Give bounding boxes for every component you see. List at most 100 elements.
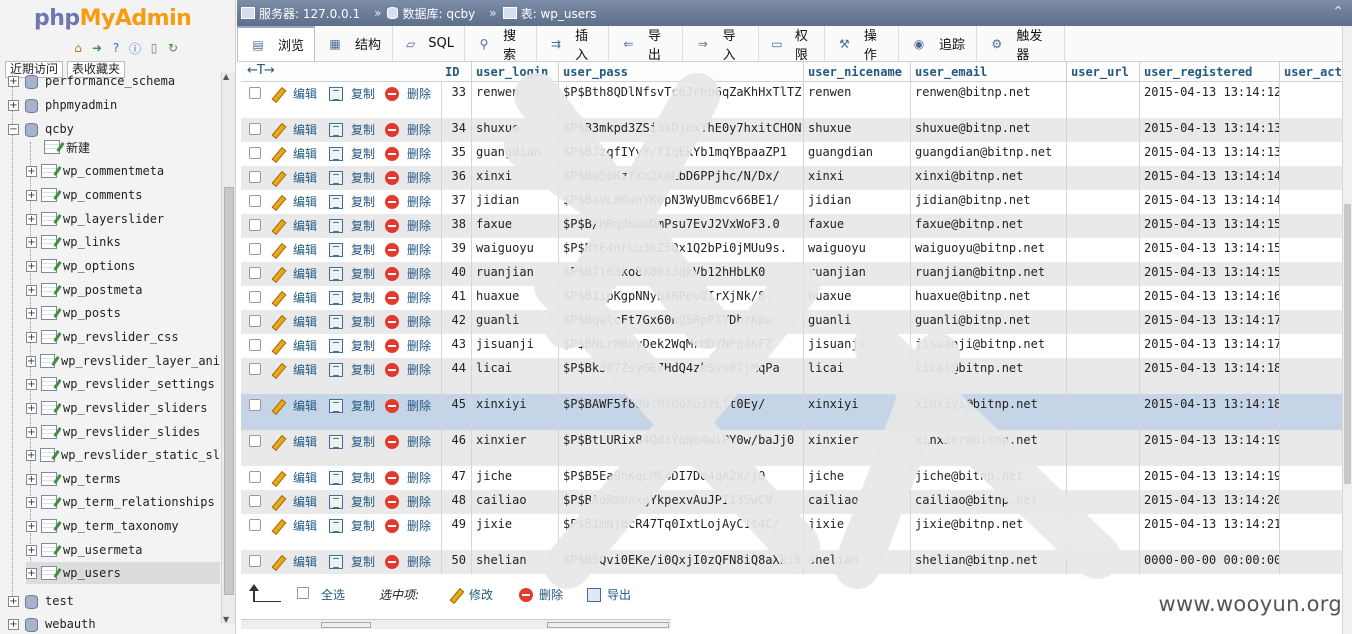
table-row[interactable]: 编辑 复制 删除 33 renwen $P$Bth8QDlNfsvTc6Jrhp6qZaK… — [241, 82, 1352, 118]
cell-url[interactable] — [1066, 394, 1139, 430]
cell-email[interactable]: shuxue@bitnp.net — [910, 118, 1066, 142]
row-checkbox[interactable] — [249, 471, 261, 483]
table-node[interactable]: + wp_revslider_static_sl — [26, 444, 220, 466]
copy-button[interactable]: 复制 — [329, 289, 375, 306]
copy-button[interactable]: 复制 — [329, 169, 375, 186]
copy-button[interactable]: 复制 — [329, 433, 375, 450]
row-checkbox[interactable] — [249, 315, 261, 327]
delete-button[interactable]: 删除 — [385, 121, 431, 138]
delete-button[interactable]: 删除 — [385, 289, 431, 306]
cell-id[interactable]: 41 — [441, 286, 471, 310]
cell-registered[interactable]: 2015-04-13 13:14:14 — [1139, 190, 1279, 214]
cell-email[interactable]: guangdian@bitnp.net — [910, 142, 1066, 166]
cell-nicename[interactable]: cailiao — [803, 490, 910, 514]
scroll-down-icon[interactable]: ▼ — [223, 615, 229, 624]
copy-button[interactable]: 复制 — [329, 469, 375, 486]
expand-icon[interactable]: + — [26, 473, 37, 485]
table-row[interactable]: 编辑 复制 删除 40 ruanjian $P$B7163ko8X003JqkVb12hH… — [241, 262, 1352, 286]
cell-url[interactable] — [1066, 430, 1139, 466]
expand-icon[interactable]: + — [8, 618, 19, 630]
expand-icon[interactable]: + — [26, 236, 37, 248]
settings-icon[interactable]: ▯ — [146, 40, 162, 56]
main-scrollbar[interactable] — [1342, 26, 1352, 634]
edit-button[interactable]: 编辑 — [271, 313, 317, 330]
column-header[interactable]: user_login — [471, 62, 558, 82]
cell-login[interactable]: huaxue — [471, 286, 558, 310]
delete-button[interactable]: 删除 — [385, 265, 431, 282]
cell-url[interactable] — [1066, 82, 1139, 118]
row-checkbox[interactable] — [249, 219, 261, 231]
cell-registered[interactable]: 2015-04-13 13:14:15 — [1139, 214, 1279, 238]
cell-id[interactable]: 40 — [441, 262, 471, 286]
table-node[interactable]: + wp_revslider_slides — [26, 421, 220, 443]
cell-nicename[interactable]: shuxue — [803, 118, 910, 142]
table-row[interactable]: 编辑 复制 删除 34 shuxue $P$B3mkpd3ZSi3kDjoxYhE0y7h… — [241, 118, 1352, 142]
cell-url[interactable] — [1066, 310, 1139, 334]
cell-id[interactable]: 35 — [441, 142, 471, 166]
delete-button[interactable]: 删除 — [385, 193, 431, 210]
cell-url[interactable] — [1066, 334, 1139, 358]
cell-pass[interactable]: $P$BSQvi0EKe/i0QxjI0zQFN8iQ8aXki0 — [558, 550, 803, 574]
edit-button[interactable]: 编辑 — [271, 469, 317, 486]
database-node[interactable]: + test — [8, 590, 220, 612]
edit-button[interactable]: 编辑 — [271, 121, 317, 138]
database-node[interactable]: + phpmyadmin — [8, 94, 220, 116]
tab-search[interactable]: ⚲ 搜索 — [465, 26, 537, 63]
table-node[interactable]: + wp_term_taxonomy — [26, 515, 220, 537]
copy-button[interactable]: 复制 — [329, 145, 375, 162]
check-all-label[interactable]: 全选 — [321, 586, 345, 603]
cell-id[interactable]: 46 — [441, 430, 471, 466]
delete-button[interactable]: 删除 — [385, 337, 431, 354]
cell-email[interactable]: huaxue@bitnp.net — [910, 286, 1066, 310]
table-node[interactable]: + wp_revslider_settings — [26, 373, 220, 395]
cell-registered[interactable]: 2015-04-13 13:14:14 — [1139, 166, 1279, 190]
cell-url[interactable] — [1066, 286, 1139, 310]
cell-registered[interactable]: 0000-00-00 00:00:00 — [1139, 550, 1279, 574]
expand-icon[interactable]: + — [26, 165, 37, 177]
cell-url[interactable] — [1066, 550, 1139, 574]
delete-button[interactable]: 删除 — [385, 553, 431, 570]
cell-login[interactable]: jidian — [471, 190, 558, 214]
cell-login[interactable]: licai — [471, 358, 558, 394]
cell-nicename[interactable]: jixie — [803, 514, 910, 550]
delete-button[interactable]: 删除 — [385, 361, 431, 378]
row-checkbox[interactable] — [249, 519, 261, 531]
table-row[interactable]: 编辑 复制 删除 42 guanli $P$BqwlcFt7Gx60nQ5RpPIYDhz… — [241, 310, 1352, 334]
cell-url[interactable] — [1066, 358, 1139, 394]
delete-button[interactable]: 删除 — [385, 397, 431, 414]
table-node[interactable]: + wp_commentmeta — [26, 160, 220, 182]
column-header[interactable]: user_registered — [1139, 62, 1279, 82]
cell-registered[interactable]: 2015-04-13 13:14:13 — [1139, 118, 1279, 142]
cell-registered[interactable]: 2015-04-13 13:14:17 — [1139, 334, 1279, 358]
cell-login[interactable]: renwen — [471, 82, 558, 118]
cell-pass[interactable]: $P$BAWF5f809.MfQpXo3zLft0Ey/ — [558, 394, 803, 430]
bulk-edit-button[interactable]: 修改 — [449, 586, 493, 603]
cell-nicename[interactable]: ruanjian — [803, 262, 910, 286]
row-checkbox[interactable] — [249, 243, 261, 255]
cell-email[interactable]: jisuanji@bitnp.net — [910, 334, 1066, 358]
delete-button[interactable]: 删除 — [385, 217, 431, 234]
breadcrumb-server[interactable]: 服务器: 127.0.0.1 — [241, 5, 360, 22]
cell-url[interactable] — [1066, 262, 1139, 286]
cell-login[interactable]: shuxue — [471, 118, 558, 142]
expand-icon[interactable]: + — [26, 567, 37, 579]
row-checkbox[interactable] — [249, 147, 261, 159]
cell-login[interactable]: shelian — [471, 550, 558, 574]
copy-button[interactable]: 复制 — [329, 217, 375, 234]
expand-icon[interactable]: + — [26, 331, 37, 343]
cell-login[interactable]: jixie — [471, 514, 558, 550]
expand-icon[interactable]: + — [26, 355, 37, 367]
copy-button[interactable]: 复制 — [329, 241, 375, 258]
tab-insert[interactable]: ⇉ 插入 — [537, 26, 609, 63]
copy-button[interactable]: 复制 — [329, 193, 375, 210]
table-row[interactable]: 编辑 复制 删除 50 shelian $P$BSQvi0EKe/i0QxjI0zQFN8… — [241, 550, 1352, 574]
table-node[interactable]: + wp_usermeta — [26, 539, 220, 561]
copy-button[interactable]: 复制 — [329, 121, 375, 138]
copy-button[interactable]: 复制 — [329, 361, 375, 378]
delete-button[interactable]: 删除 — [385, 313, 431, 330]
edit-button[interactable]: 编辑 — [271, 289, 317, 306]
row-checkbox[interactable] — [249, 399, 261, 411]
cell-nicename[interactable]: jisuanji — [803, 334, 910, 358]
delete-button[interactable]: 删除 — [385, 493, 431, 510]
expand-icon[interactable]: + — [26, 284, 37, 296]
